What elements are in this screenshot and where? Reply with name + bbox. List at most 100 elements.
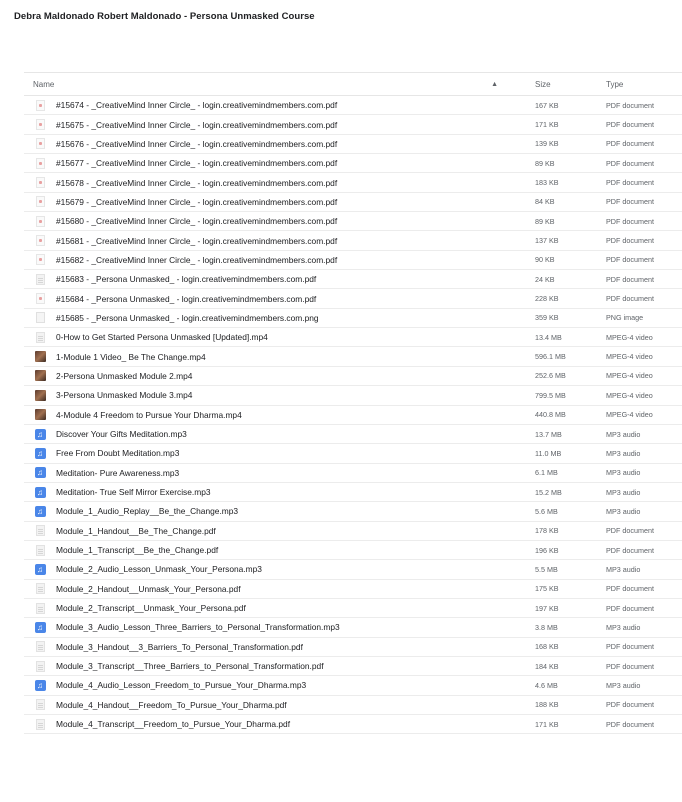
file-type: MP3 audio — [606, 564, 641, 574]
file-size: 4.6 MB — [535, 680, 558, 690]
table-row[interactable]: Module_4_Transcript__Freedom_to_Pursue_Y… — [24, 715, 682, 735]
file-name[interactable]: Meditation- True Self Mirror Exercise.mp… — [56, 487, 508, 497]
file-name[interactable]: Module_2_Handout__Unmask_Your_Persona.pd… — [56, 584, 508, 594]
file-type: PDF document — [606, 274, 654, 284]
file-icon-cell — [24, 544, 56, 556]
file-name[interactable]: #15681 - _CreativeMind Inner Circle_ - l… — [56, 236, 508, 246]
type-column-header[interactable]: Type — [571, 80, 623, 89]
document-file-icon — [35, 660, 45, 672]
file-icon-cell — [24, 157, 56, 169]
table-row[interactable]: ♫ Free From Doubt Meditation.mp3 11.0 MB MP… — [24, 444, 682, 464]
file-name[interactable]: #15680 - _CreativeMind Inner Circle_ - l… — [56, 216, 508, 226]
file-name[interactable]: #15679 - _CreativeMind Inner Circle_ - l… — [56, 197, 508, 207]
table-row[interactable]: #15678 - _CreativeMind Inner Circle_ - l… — [24, 173, 682, 193]
file-name[interactable]: 3-Persona Unmasked Module 3.mp4 — [56, 390, 508, 400]
table-row[interactable]: #15685 - _Persona Unmasked_ - login.crea… — [24, 309, 682, 329]
table-row[interactable]: ♫ Module_4_Audio_Lesson_Freedom_to_Pursue… — [24, 676, 682, 696]
file-name[interactable]: Module_1_Handout__Be_The_Change.pdf — [56, 526, 508, 536]
file-name[interactable]: #15675 - _CreativeMind Inner Circle_ - l… — [56, 120, 508, 130]
file-name[interactable]: Module_2_Audio_Lesson_Unmask_Your_Person… — [56, 564, 508, 574]
file-icon-cell — [24, 273, 56, 285]
file-name[interactable]: #15678 - _CreativeMind Inner Circle_ - l… — [56, 178, 508, 188]
file-type: MP3 audio — [606, 429, 641, 439]
table-row[interactable]: #15681 - _CreativeMind Inner Circle_ - l… — [24, 231, 682, 251]
table-row[interactable]: Module_1_Transcript__Be_the_Change.pdf 19… — [24, 541, 682, 561]
file-icon-cell: ♫ — [24, 679, 56, 691]
file-name[interactable]: 4-Module 4 Freedom to Pursue Your Dharma… — [56, 410, 508, 420]
table-row[interactable]: ♫ Module_3_Audio_Lesson_Three_Barriers_to… — [24, 618, 682, 638]
file-name[interactable]: #15676 - _CreativeMind Inner Circle_ - l… — [56, 139, 508, 149]
file-name[interactable]: Module_4_Audio_Lesson_Freedom_to_Pursue_… — [56, 680, 508, 690]
size-column-header[interactable]: Size — [508, 80, 571, 89]
file-icon-cell — [24, 718, 56, 730]
file-size: 90 KB — [535, 255, 555, 265]
file-icon-cell — [24, 312, 56, 324]
table-row[interactable]: ♫ Module_1_Audio_Replay__Be_the_Change.mp… — [24, 502, 682, 522]
table-row[interactable]: 4-Module 4 Freedom to Pursue Your Dharma… — [24, 406, 682, 425]
table-row[interactable]: ♫ Discover Your Gifts Meditation.mp3 13.7 … — [24, 425, 682, 445]
file-name[interactable]: #15685 - _Persona Unmasked_ - login.crea… — [56, 313, 508, 323]
table-row[interactable]: #15674 - _CreativeMind Inner Circle_ - l… — [24, 96, 682, 116]
file-type: MPEG-4 video — [606, 390, 653, 400]
table-row[interactable]: Module_3_Transcript__Three_Barriers_to_P… — [24, 657, 682, 677]
file-size: 252.6 MB — [535, 371, 566, 381]
file-type: MP3 audio — [606, 622, 641, 632]
table-row[interactable]: Module_2_Handout__Unmask_Your_Persona.pd… — [24, 580, 682, 599]
file-type: PDF document — [606, 236, 654, 246]
pdf-file-icon — [35, 235, 45, 247]
file-name[interactable]: Free From Doubt Meditation.mp3 — [56, 448, 508, 458]
table-row[interactable]: #15680 - _CreativeMind Inner Circle_ - l… — [24, 212, 682, 232]
table-row[interactable]: ♫ Module_2_Audio_Lesson_Unmask_Your_Perso… — [24, 560, 682, 580]
table-row[interactable]: 2-Persona Unmasked Module 2.mp4 252.6 MB M… — [24, 367, 682, 387]
table-row[interactable]: #15682 - _CreativeMind Inner Circle_ - l… — [24, 251, 682, 271]
file-name[interactable]: 1-Module 1 Video_ Be The Change.mp4 — [56, 352, 508, 362]
table-row[interactable]: 3-Persona Unmasked Module 3.mp4 799.5 MB M… — [24, 386, 682, 406]
audio-file-icon: ♫ — [34, 563, 46, 575]
table-row[interactable]: 0-How to Get Started Persona Unmasked [U… — [24, 328, 682, 348]
file-name[interactable]: 2-Persona Unmasked Module 2.mp4 — [56, 371, 508, 381]
table-row[interactable]: Module_3_Handout__3_Barriers_To_Personal… — [24, 638, 682, 657]
pdf-file-icon — [35, 293, 45, 305]
table-row[interactable]: Module_2_Transcript__Unmask_Your_Persona… — [24, 599, 682, 619]
video-thumbnail-icon — [34, 409, 46, 421]
file-name[interactable]: Module_3_Audio_Lesson_Three_Barriers_to_… — [56, 622, 508, 632]
table-row[interactable]: #15684 - _Persona Unmasked_ - login.crea… — [24, 289, 682, 309]
file-name[interactable]: Module_4_Transcript__Freedom_to_Pursue_Y… — [56, 719, 508, 729]
table-row[interactable]: #15676 - _CreativeMind Inner Circle_ - l… — [24, 135, 682, 155]
table-row[interactable]: Module_1_Handout__Be_The_Change.pdf 178 K… — [24, 522, 682, 541]
file-name[interactable]: #15674 - _CreativeMind Inner Circle_ - l… — [56, 100, 508, 110]
file-name[interactable]: Module_3_Handout__3_Barriers_To_Personal… — [56, 642, 508, 652]
file-name[interactable]: #15677 - _CreativeMind Inner Circle_ - l… — [56, 158, 508, 168]
table-row[interactable]: ♫ Meditation- Pure Awareness.mp3 6.1 MB MP3… — [24, 464, 682, 483]
file-name[interactable]: 0-How to Get Started Persona Unmasked [U… — [56, 332, 508, 342]
file-name[interactable]: #15684 - _Persona Unmasked_ - login.crea… — [56, 294, 508, 304]
table-row[interactable]: #15677 - _CreativeMind Inner Circle_ - l… — [24, 154, 682, 174]
document-file-icon — [35, 641, 45, 653]
file-type: MPEG-4 video — [606, 332, 653, 342]
audio-file-icon: ♫ — [34, 447, 46, 459]
file-name[interactable]: Module_1_Audio_Replay__Be_the_Change.mp3 — [56, 506, 508, 516]
table-row[interactable]: Module_4_Handout__Freedom_To_Pursue_Your… — [24, 696, 682, 715]
file-name[interactable]: #15682 - _CreativeMind Inner Circle_ - l… — [56, 255, 508, 265]
file-icon-cell — [24, 525, 56, 537]
file-name[interactable]: #15683 - _Persona Unmasked_ - login.crea… — [56, 274, 508, 284]
file-icon-cell — [24, 235, 56, 247]
table-row[interactable]: #15683 - _Persona Unmasked_ - login.crea… — [24, 270, 682, 290]
table-row[interactable]: 1-Module 1 Video_ Be The Change.mp4 596.1… — [24, 347, 682, 367]
file-name[interactable]: Module_3_Transcript__Three_Barriers_to_P… — [56, 661, 508, 671]
file-name[interactable]: Meditation- Pure Awareness.mp3 — [56, 468, 508, 478]
file-icon-cell — [24, 293, 56, 305]
file-name[interactable]: Module_2_Transcript__Unmask_Your_Persona… — [56, 603, 508, 613]
name-column-header[interactable]: Name ▲ — [24, 80, 508, 89]
table-row[interactable]: #15679 - _CreativeMind Inner Circle_ - l… — [24, 193, 682, 213]
file-name[interactable]: Module_4_Handout__Freedom_To_Pursue_Your… — [56, 700, 508, 710]
file-type: PDF document — [606, 139, 654, 149]
arrow-up-icon[interactable]: ▲ — [491, 81, 498, 88]
file-size: 171 KB — [535, 719, 559, 729]
file-type: PDF document — [606, 526, 654, 536]
table-row[interactable]: #15675 - _CreativeMind Inner Circle_ - l… — [24, 115, 682, 135]
file-size: 175 KB — [535, 584, 559, 594]
file-name[interactable]: Discover Your Gifts Meditation.mp3 — [56, 429, 508, 439]
file-name[interactable]: Module_1_Transcript__Be_the_Change.pdf — [56, 545, 508, 555]
table-row[interactable]: ♫ Meditation- True Self Mirror Exercise.m… — [24, 483, 682, 503]
